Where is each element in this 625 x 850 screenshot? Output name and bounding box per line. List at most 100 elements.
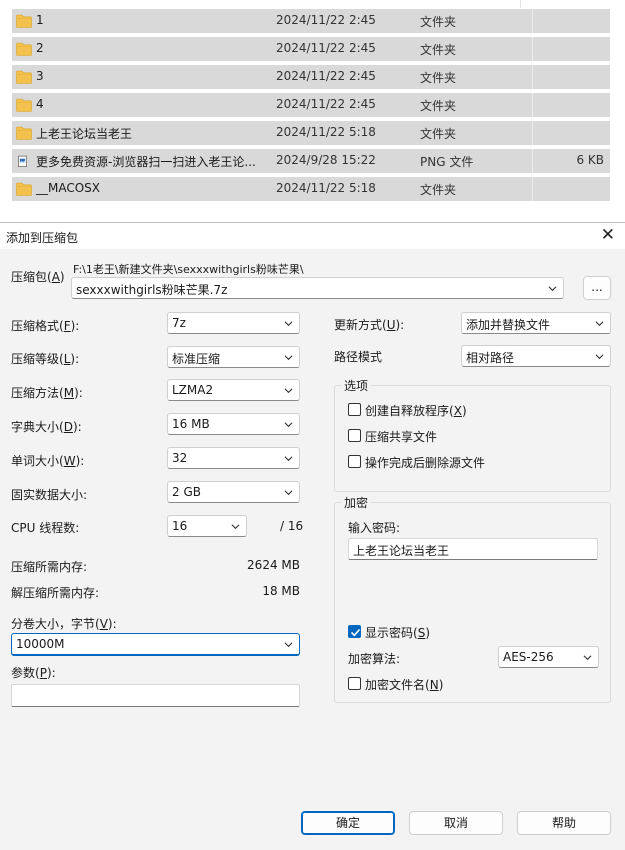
mem-comp-label: 压缩所需内存: xyxy=(11,560,88,574)
show-password-checkbox[interactable] xyxy=(348,625,361,638)
file-date: 2024/11/22 2:45 xyxy=(276,69,376,83)
dialog-titlebar: 添加到压缩包 ✕ xyxy=(0,223,625,249)
cpu-label: CPU 线程数: xyxy=(11,521,80,535)
file-type: 文件夹 xyxy=(420,43,457,57)
add-to-archive-dialog: 添加到压缩包 ✕ 压缩包(A) F:\1老王\新建文件夹\sexxxwithgi… xyxy=(0,222,625,850)
solid-select[interactable]: 2 GB xyxy=(167,481,300,503)
path-mode-value: 相对路径 xyxy=(466,351,515,365)
column-divider xyxy=(532,93,533,117)
file-type: 文件夹 xyxy=(420,71,457,85)
dict-select[interactable]: 16 MB xyxy=(167,413,300,435)
encrypt-names-label: 加密文件名(N) xyxy=(365,678,444,692)
word-label: 单词大小(W): xyxy=(11,454,85,468)
column-divider xyxy=(532,149,533,173)
sfx-checkbox[interactable] xyxy=(348,403,361,416)
help-button[interactable]: 帮助 xyxy=(517,811,611,835)
cpu-value: 16 xyxy=(172,519,188,533)
show-password-label: 显示密码(S) xyxy=(365,626,431,640)
archive-path: F:\1老王\新建文件夹\sexxxwithgirls粉味芒果\ xyxy=(73,263,304,276)
cpu-total: / 16 xyxy=(280,519,304,533)
cpu-select[interactable]: 16 xyxy=(167,515,247,537)
column-divider xyxy=(532,177,533,201)
mem-decomp-label: 解压缩所需内存: xyxy=(11,586,100,600)
params-label: 参数(P): xyxy=(11,666,56,680)
file-row[interactable]: 2 2024/11/22 2:45 文件夹 xyxy=(12,37,610,61)
chevron-down-icon xyxy=(284,642,293,648)
level-label: 压缩等级(L): xyxy=(11,352,80,366)
file-name: 更多免费资源-浏览器扫一扫进入老王论... xyxy=(36,155,256,169)
volume-value: 10000M xyxy=(16,637,65,651)
chevron-down-icon xyxy=(595,321,604,327)
format-select[interactable]: 7z xyxy=(167,312,300,334)
chevron-down-icon xyxy=(231,524,240,530)
file-size: 6 KB xyxy=(576,153,604,167)
column-divider xyxy=(532,37,533,61)
update-value: 添加并替换文件 xyxy=(466,318,551,332)
update-select[interactable]: 添加并替换文件 xyxy=(461,312,611,334)
delete-source-checkbox[interactable] xyxy=(348,455,361,468)
algo-select[interactable]: AES-256 xyxy=(498,646,599,668)
file-type: 文件夹 xyxy=(420,15,457,29)
chevron-down-icon xyxy=(284,355,293,361)
file-list: 1 2024/11/22 2:45 文件夹 2 2024/11/22 2:45 文件夹 3 2… xyxy=(0,0,625,210)
file-name: 4 xyxy=(36,97,44,111)
file-row[interactable]: 4 2024/11/22 2:45 文件夹 xyxy=(12,93,610,117)
word-select[interactable]: 32 xyxy=(167,447,300,469)
volume-select[interactable]: 10000M xyxy=(11,633,300,656)
file-date: 2024/11/22 5:18 xyxy=(276,125,376,139)
level-select[interactable]: 标准压缩 xyxy=(167,346,300,368)
file-date: 2024/11/22 5:18 xyxy=(276,181,376,195)
level-value: 标准压缩 xyxy=(172,352,221,366)
archive-name-combo[interactable]: sexxxwithgirls粉味芒果.7z xyxy=(71,277,564,299)
update-label: 更新方式(U): xyxy=(334,318,405,332)
file-date: 2024/9/28 15:22 xyxy=(276,153,376,167)
file-row[interactable]: 更多免费资源-浏览器扫一扫进入老王论... 2024/9/28 15:22 PNG … xyxy=(12,149,610,173)
close-icon[interactable]: ✕ xyxy=(601,226,615,244)
ok-button[interactable]: 确定 xyxy=(301,811,395,835)
browse-button[interactable]: ... xyxy=(583,276,611,300)
solid-label: 固实数据大小: xyxy=(11,488,88,502)
shared-checkbox[interactable] xyxy=(348,429,361,442)
volume-label: 分卷大小，字节(V): xyxy=(11,617,117,631)
chevron-down-icon xyxy=(284,388,293,394)
file-row[interactable]: 上老王论坛当老王 2024/11/22 5:18 文件夹 xyxy=(12,121,610,145)
file-name: 2 xyxy=(36,41,44,55)
algo-label: 加密算法: xyxy=(348,652,401,666)
chevron-down-icon xyxy=(284,321,293,327)
dialog-title: 添加到压缩包 xyxy=(6,231,79,245)
method-value: LZMA2 xyxy=(172,383,214,397)
column-divider xyxy=(532,121,533,145)
sfx-label: 创建自释放程序(X) xyxy=(365,404,467,418)
folder-icon xyxy=(16,126,32,140)
cancel-button[interactable]: 取消 xyxy=(409,811,503,835)
encrypt-names-checkbox[interactable] xyxy=(348,677,361,690)
word-value: 32 xyxy=(172,451,188,465)
password-label: 输入密码: xyxy=(348,521,401,535)
mem-comp-value: 2624 MB xyxy=(247,558,300,572)
folder-icon xyxy=(16,70,32,84)
file-name: 3 xyxy=(36,69,44,83)
shared-label: 压缩共享文件 xyxy=(365,430,438,444)
chevron-down-icon xyxy=(548,286,557,292)
file-row[interactable]: __MACOSX 2024/11/22 5:18 文件夹 xyxy=(12,177,610,201)
chevron-down-icon xyxy=(284,422,293,428)
params-input[interactable] xyxy=(11,684,300,707)
file-type: 文件夹 xyxy=(420,183,457,197)
dict-value: 16 MB xyxy=(172,417,210,431)
folder-icon xyxy=(16,14,32,28)
format-label: 压缩格式(F): xyxy=(11,319,80,333)
solid-value: 2 GB xyxy=(172,485,201,499)
path-mode-select[interactable]: 相对路径 xyxy=(461,345,611,367)
file-row[interactable]: 1 2024/11/22 2:45 文件夹 xyxy=(12,9,610,33)
file-type: 文件夹 xyxy=(420,127,457,141)
method-select[interactable]: LZMA2 xyxy=(167,379,300,401)
file-date: 2024/11/22 2:45 xyxy=(276,13,376,27)
file-type: 文件夹 xyxy=(420,99,457,113)
file-row[interactable]: 3 2024/11/22 2:45 文件夹 xyxy=(12,65,610,89)
password-input[interactable]: 上老王论坛当老王 xyxy=(348,538,598,560)
chevron-down-icon xyxy=(284,456,293,462)
file-name: 1 xyxy=(36,13,44,27)
column-divider xyxy=(532,9,533,33)
mem-decomp-value: 18 MB xyxy=(262,584,300,598)
options-title: 选项 xyxy=(341,377,372,394)
